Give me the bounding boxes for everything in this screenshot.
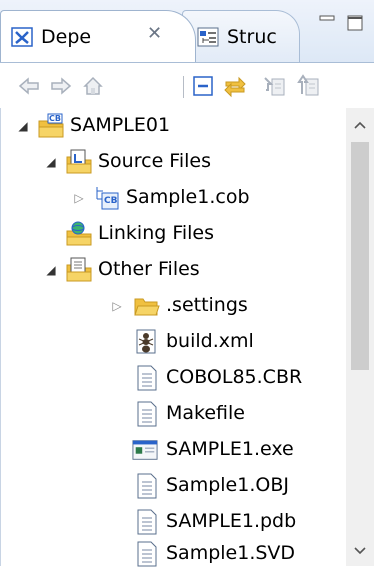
tree-label: SAMPLE1.exe [166, 438, 294, 460]
source-folder-icon [66, 149, 92, 175]
linking-folder-icon [66, 221, 92, 247]
expanded-arrow-icon[interactable]: ◢ [16, 119, 30, 133]
collapse-all-icon[interactable] [190, 73, 216, 99]
tree-item-settings[interactable]: ▷ .settings [0, 288, 346, 324]
expanded-arrow-icon[interactable]: ◢ [44, 155, 58, 169]
scroll-down-icon[interactable] [353, 544, 367, 558]
tree-item-sample1-obj[interactable]: Sample1.OBJ [0, 468, 346, 504]
other-folder-icon [66, 257, 92, 283]
home-icon[interactable] [80, 73, 106, 99]
cb-badge: CB [49, 114, 61, 123]
collapsed-arrow-icon[interactable]: ▷ [72, 191, 86, 205]
collapsed-arrow-icon[interactable]: ▷ [110, 299, 124, 313]
tree-item-sample1-cob[interactable]: ▷ CB Sample1.cob [0, 180, 346, 216]
tree-item-source-files[interactable]: ◢ Source Files [0, 144, 346, 180]
cobol-source-icon: CB [94, 185, 120, 211]
back-icon[interactable] [16, 73, 42, 99]
dependency-tree: ◢ CB SAMPLE01 ◢ Source Files ▷ CB Sample… [0, 108, 346, 567]
ant-build-file-icon [134, 329, 160, 355]
text-file-icon [134, 473, 160, 499]
maximize-icon[interactable] [344, 12, 366, 34]
tab-dependency-label: Depe [41, 25, 92, 48]
text-file-icon [134, 541, 160, 567]
cobol-project-icon: CB [38, 113, 64, 139]
close-tab-icon[interactable]: ✕ [147, 23, 162, 44]
view-tab-bar: Struc Depe ✕ [0, 0, 374, 64]
toolbar-separator [183, 76, 184, 98]
tree-item-sample1-exe[interactable]: SAMPLE1.exe [0, 432, 346, 468]
tree-label: Other Files [98, 258, 200, 280]
text-file-icon [134, 365, 160, 391]
scrollbar-thumb[interactable] [351, 142, 369, 370]
tree-item-cobol85-cbr[interactable]: COBOL85.CBR [0, 360, 346, 396]
text-file-icon [134, 401, 160, 427]
tab-dependency[interactable]: Depe ✕ [0, 10, 196, 62]
executable-icon [132, 437, 158, 463]
tree-item-makefile[interactable]: Makefile [0, 396, 346, 432]
tree-label: SAMPLE1.pdb [166, 510, 297, 532]
forward-icon[interactable] [48, 73, 74, 99]
text-file-icon [134, 509, 160, 535]
tree-label: Linking Files [98, 222, 215, 244]
tree-label: Sample1.OBJ [166, 474, 289, 496]
tree-label: .settings [166, 294, 248, 316]
minimize-icon[interactable] [316, 12, 338, 34]
link-with-editor-icon[interactable] [222, 73, 248, 99]
previous-icon[interactable] [296, 73, 322, 99]
tree-label: SAMPLE01 [70, 114, 171, 136]
tree-label: COBOL85.CBR [166, 366, 303, 388]
folder-icon [134, 293, 160, 319]
tree-label: Makefile [166, 402, 245, 424]
scroll-up-icon[interactable] [353, 118, 367, 132]
tree-item-other-files[interactable]: ◢ Other Files [0, 252, 346, 288]
tree-item-sample1-svd[interactable]: Sample1.SVD [0, 536, 346, 572]
tree-item-sample01[interactable]: ◢ CB SAMPLE01 [0, 108, 346, 144]
tree-label: Source Files [98, 150, 211, 172]
tree-item-linking-files[interactable]: Linking Files [0, 216, 346, 252]
tab-structure-label: Struc [227, 25, 277, 48]
expanded-arrow-icon[interactable]: ◢ [44, 263, 58, 277]
view-toolbar [0, 64, 374, 108]
tree-label: Sample1.cob [126, 186, 250, 208]
next-icon[interactable] [262, 73, 288, 99]
vertical-scrollbar[interactable] [346, 108, 374, 566]
tree-label: Sample1.SVD [166, 542, 296, 564]
dependency-view-icon [11, 26, 33, 48]
tree-item-build-xml[interactable]: build.xml [0, 324, 346, 360]
structure-view-icon [197, 26, 219, 48]
tree-label: build.xml [166, 330, 254, 352]
tree-item-sample1-pdb[interactable]: SAMPLE1.pdb [0, 504, 346, 540]
tab-structure[interactable]: Struc [182, 10, 300, 62]
cb-badge: CB [104, 196, 118, 206]
